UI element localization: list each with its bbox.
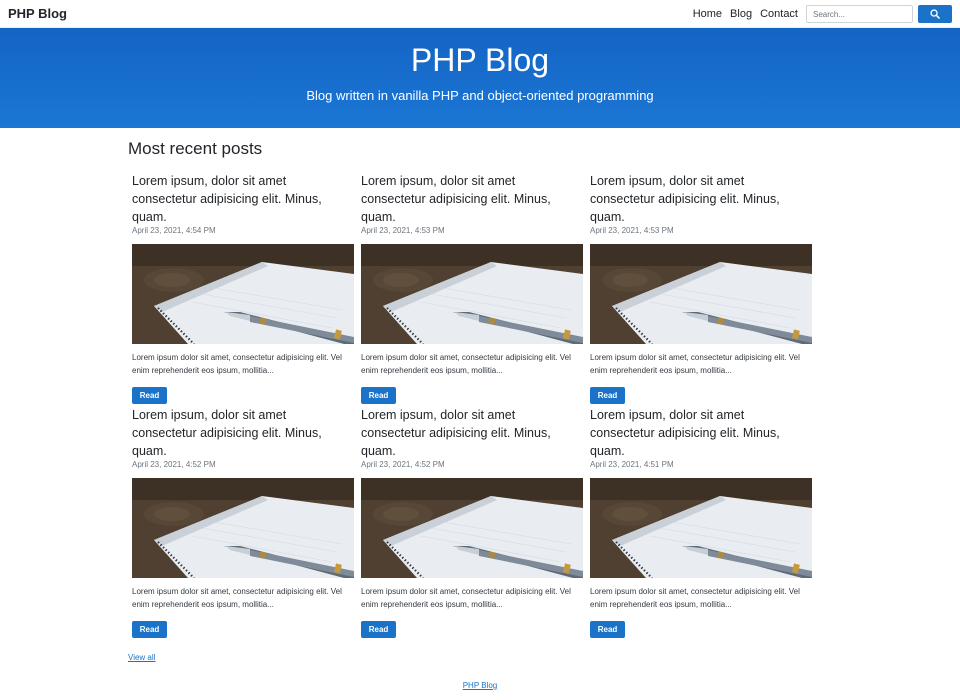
post-image xyxy=(590,478,812,578)
post-card: Lorem ipsum, dolor sit amet consectetur … xyxy=(132,172,354,404)
nav-link-home[interactable]: Home xyxy=(693,8,722,20)
read-button[interactable]: Read xyxy=(361,387,396,404)
nav-link-blog[interactable]: Blog xyxy=(730,8,752,20)
hero-title: PHP Blog xyxy=(410,42,550,78)
post-date: April 23, 2021, 4:53 PM xyxy=(361,226,445,235)
search-input[interactable] xyxy=(806,5,913,23)
post-image xyxy=(590,244,812,344)
post-card: Lorem ipsum, dolor sit amet consectetur … xyxy=(590,172,812,404)
hero-banner: PHP Blog Blog written in vanilla PHP and… xyxy=(0,28,960,128)
navbar-brand[interactable]: PHP Blog xyxy=(8,6,67,21)
post-excerpt: Lorem ipsum dolor sit amet, consectetur … xyxy=(361,587,571,609)
post-date: April 23, 2021, 4:52 PM xyxy=(132,460,216,469)
hero-subtitle: Blog written in vanilla PHP and object-o… xyxy=(306,88,654,103)
search-button[interactable] xyxy=(918,5,952,23)
post-excerpt: Lorem ipsum dolor sit amet, consectetur … xyxy=(590,587,800,609)
post-title[interactable]: Lorem ipsum, dolor sit amet consectetur … xyxy=(361,406,583,460)
footer: PHP Blog xyxy=(0,681,960,690)
read-button[interactable]: Read xyxy=(132,387,167,404)
post-title[interactable]: Lorem ipsum, dolor sit amet consectetur … xyxy=(590,406,812,460)
post-card: Lorem ipsum, dolor sit amet consectetur … xyxy=(590,406,812,638)
post-image xyxy=(361,478,583,578)
post-excerpt: Lorem ipsum dolor sit amet, consectetur … xyxy=(590,353,800,375)
post-image xyxy=(132,244,354,344)
post-title[interactable]: Lorem ipsum, dolor sit amet consectetur … xyxy=(590,172,812,226)
post-date: April 23, 2021, 4:54 PM xyxy=(132,226,216,235)
nav-links: Home Blog Contact xyxy=(693,8,798,20)
read-button[interactable]: Read xyxy=(361,621,396,638)
read-button[interactable]: Read xyxy=(132,621,167,638)
post-card: Lorem ipsum, dolor sit amet consectetur … xyxy=(361,172,583,404)
post-title[interactable]: Lorem ipsum, dolor sit amet consectetur … xyxy=(361,172,583,226)
post-date: April 23, 2021, 4:51 PM xyxy=(590,460,674,469)
post-excerpt: Lorem ipsum dolor sit amet, consectetur … xyxy=(132,353,342,375)
nav-link-contact[interactable]: Contact xyxy=(760,8,798,20)
post-date: April 23, 2021, 4:52 PM xyxy=(361,460,445,469)
read-button[interactable]: Read xyxy=(590,387,625,404)
view-all-link[interactable]: View all xyxy=(128,653,155,662)
post-card: Lorem ipsum, dolor sit amet consectetur … xyxy=(361,406,583,638)
post-title[interactable]: Lorem ipsum, dolor sit amet consectetur … xyxy=(132,172,354,226)
post-image xyxy=(361,244,583,344)
section-title: Most recent posts xyxy=(128,139,263,158)
post-image xyxy=(132,478,354,578)
read-button[interactable]: Read xyxy=(590,621,625,638)
navbar: PHP Blog Home Blog Contact xyxy=(0,0,960,28)
post-title[interactable]: Lorem ipsum, dolor sit amet consectetur … xyxy=(132,406,354,460)
search-icon xyxy=(930,9,940,19)
post-card: Lorem ipsum, dolor sit amet consectetur … xyxy=(132,406,354,638)
footer-link[interactable]: PHP Blog xyxy=(463,681,498,690)
post-excerpt: Lorem ipsum dolor sit amet, consectetur … xyxy=(361,353,571,375)
post-excerpt: Lorem ipsum dolor sit amet, consectetur … xyxy=(132,587,342,609)
post-date: April 23, 2021, 4:53 PM xyxy=(590,226,674,235)
